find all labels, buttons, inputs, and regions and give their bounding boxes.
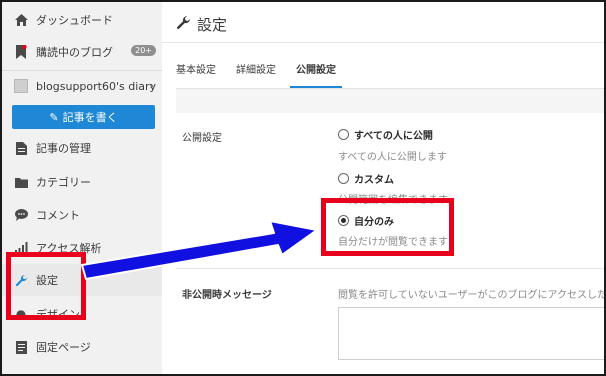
arrow-annotation <box>81 220 318 280</box>
window: ダッシュボード 購読中のブログ 20+ blogsupport60's diar… <box>0 0 606 376</box>
